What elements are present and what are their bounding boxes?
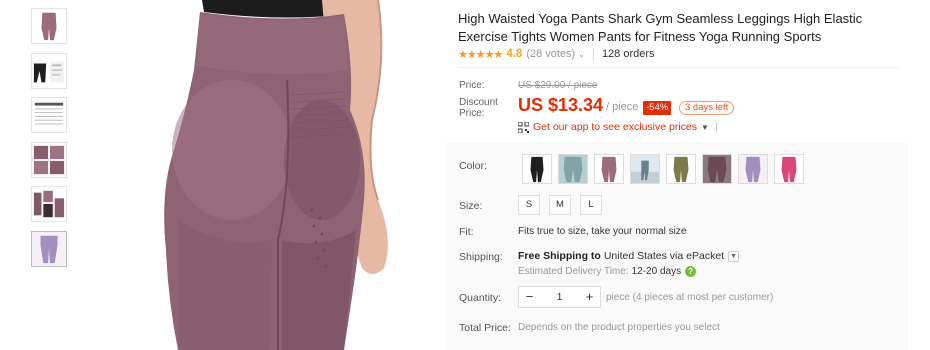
chevron-down-icon[interactable]: ⌄ — [578, 50, 585, 59]
product-info-panel: High Waisted Yoga Pants Shark Gym Seamle… — [446, 0, 908, 350]
quantity-stepper: − + — [518, 286, 601, 308]
free-shipping-text: Free Shipping to — [518, 250, 601, 262]
quantity-input[interactable] — [540, 287, 579, 307]
days-left-badge: 3 days left — [679, 101, 735, 115]
color-option-teal[interactable] — [558, 154, 588, 184]
rating-value: 4.8 — [506, 48, 523, 60]
orders-count: 128 orders — [601, 48, 655, 60]
original-price: US $29.00 / piece — [518, 80, 598, 91]
color-option-dark-mauve[interactable] — [702, 154, 732, 184]
thumbnail-3[interactable] — [31, 97, 67, 133]
fit-label: Fit: — [459, 226, 474, 238]
help-icon[interactable]: ? — [685, 266, 697, 277]
thumbnail-6[interactable] — [31, 230, 67, 267]
thumbnail-4[interactable] — [31, 141, 67, 178]
divider — [458, 67, 898, 68]
per-piece-label: / piece — [606, 101, 639, 113]
discount-badge: -54% — [643, 101, 672, 115]
size-option-m[interactable]: M — [549, 195, 571, 215]
divider — [592, 48, 594, 60]
total-price-note: Depends on the product properties you se… — [518, 322, 720, 333]
color-option-mauve[interactable] — [594, 154, 624, 184]
thumbnail-1[interactable] — [31, 8, 67, 44]
estimated-delivery: Estimated Delivery Time: 12-20 days ? — [518, 266, 697, 277]
star-rating-icon: ★★★★★ — [458, 48, 503, 61]
discount-price-label-1: Discount — [459, 97, 498, 108]
thumbnail-2[interactable] — [31, 52, 67, 89]
quantity-decrease-button[interactable]: − — [519, 287, 540, 307]
size-options: S M L — [518, 195, 602, 215]
estimated-delivery-label: Estimated Delivery Time: — [518, 266, 629, 277]
discount-price-label-2: Price: — [459, 108, 485, 119]
discount-price: US $13.34 — [518, 95, 604, 115]
main-product-image[interactable] — [82, 0, 444, 350]
votes-link[interactable]: (28 votes) — [526, 48, 575, 60]
shipping-info: Free Shipping to United States via ePack… — [518, 250, 740, 262]
shipping-label: Shipping: — [459, 251, 503, 263]
color-option-olive[interactable] — [666, 154, 696, 184]
caret-down-icon: ▼ — [701, 122, 709, 132]
quantity-label: Quantity: — [459, 292, 502, 304]
color-options — [522, 154, 804, 184]
estimated-delivery-days: 12-20 days — [631, 266, 682, 277]
shipping-destination: United States via ePacket — [603, 250, 725, 262]
size-option-l[interactable]: L — [580, 195, 602, 215]
quantity-increase-button[interactable]: + — [579, 287, 600, 307]
color-option-black[interactable] — [522, 154, 552, 184]
color-option-grey[interactable] — [630, 154, 660, 184]
size-option-s[interactable]: S — [518, 195, 540, 215]
price-label: Price: — [459, 80, 485, 91]
quantity-note: piece (4 pieces at most per customer) — [606, 292, 774, 303]
chevron-down-icon[interactable]: ▼ — [728, 250, 740, 262]
qr-code-icon — [518, 121, 529, 133]
product-title: High Waisted Yoga Pants Shark Gym Seamle… — [458, 11, 863, 44]
app-promo-link[interactable]: Get our app to see exclusive prices ▼ — [518, 121, 717, 133]
fit-text: Fits true to size, take your normal size — [518, 226, 687, 237]
thumbnail-list — [31, 8, 69, 275]
color-label: Color: — [459, 160, 488, 172]
thumbnail-5[interactable] — [31, 186, 67, 222]
color-option-lavender[interactable] — [738, 154, 768, 184]
rating-row: ★★★★★ 4.8 (28 votes) ⌄ 128 orders — [458, 46, 655, 62]
app-promo-text: Get our app to see exclusive prices — [533, 121, 698, 133]
color-option-pink[interactable] — [774, 154, 804, 184]
divider — [715, 122, 717, 132]
total-price-label: Total Price: — [459, 322, 511, 334]
size-label: Size: — [459, 200, 483, 212]
